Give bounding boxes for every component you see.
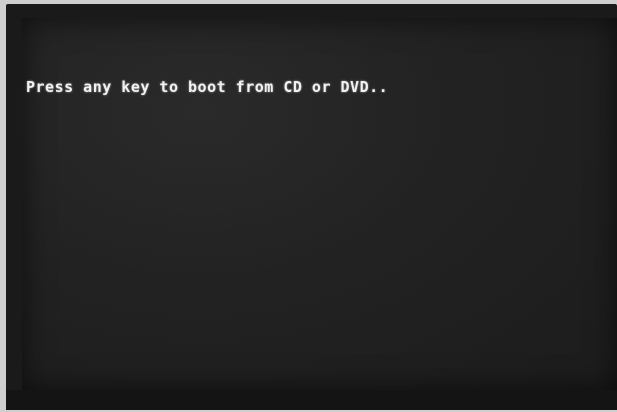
monitor-bottom-edge	[6, 390, 617, 410]
boot-screen[interactable]: Press any key to boot from CD or DVD..	[22, 18, 617, 390]
monitor-photo: Press any key to boot from CD or DVD..	[0, 0, 617, 412]
boot-prompt-text: Press any key to boot from CD or DVD..	[26, 78, 389, 96]
